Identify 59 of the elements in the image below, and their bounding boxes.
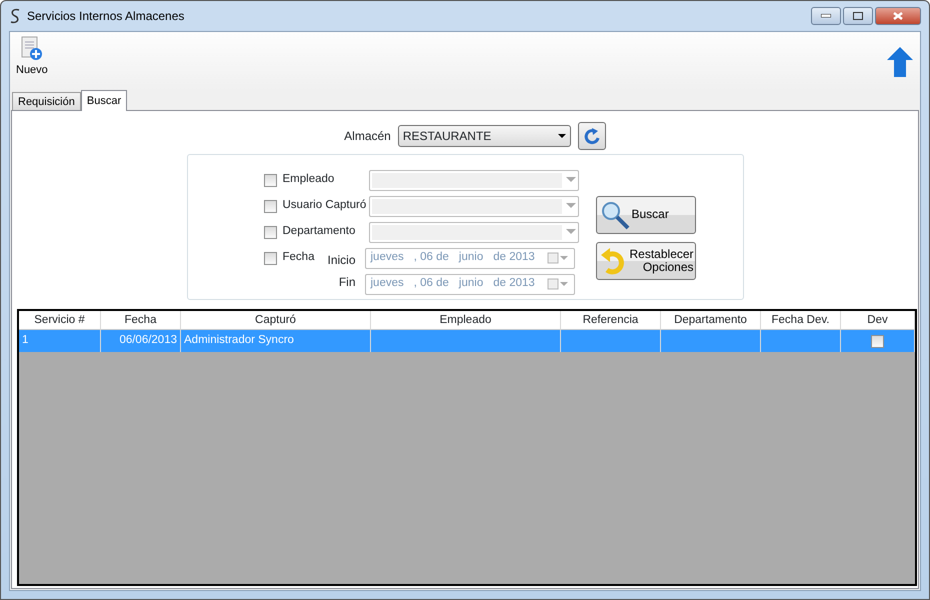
- search-button[interactable]: Buscar: [596, 196, 696, 234]
- refresh-button[interactable]: [578, 122, 606, 150]
- dropdown[interactable]: [368, 222, 578, 242]
- maximize-button[interactable]: [843, 7, 873, 25]
- filter-label: Usuario Capturó: [282, 198, 368, 214]
- maximize-icon: [853, 12, 863, 20]
- date-text: , 06 de: [414, 250, 449, 266]
- document-plus-icon: [20, 36, 44, 62]
- dropdown[interactable]: [368, 170, 578, 190]
- column-header[interactable]: Departamento: [661, 311, 761, 330]
- tab[interactable]: Requisición: [12, 92, 81, 110]
- caret-icon: [566, 229, 576, 235]
- filter-label: Departamento: [282, 224, 356, 240]
- date-text: de 2013: [493, 276, 535, 292]
- checkbox[interactable]: [264, 252, 276, 264]
- column-header[interactable]: Fecha Dev.: [761, 311, 841, 330]
- checkbox[interactable]: [264, 200, 276, 212]
- table-cell: Administrador Syncro: [181, 330, 371, 352]
- filter-label: Empleado: [282, 172, 336, 188]
- filter-label: Fecha: [282, 250, 316, 266]
- column-header[interactable]: Fecha: [101, 311, 181, 330]
- caret-icon: [566, 177, 576, 183]
- minimize-icon: [821, 14, 831, 18]
- column-header[interactable]: Servicio #: [19, 311, 101, 330]
- dropdown[interactable]: [368, 196, 578, 216]
- app-icon: [9, 8, 21, 24]
- date-text: de 2013: [493, 250, 535, 266]
- up-arrow-icon[interactable]: [886, 46, 914, 78]
- caret-icon: [558, 134, 566, 138]
- new-button[interactable]: Nuevo: [16, 36, 48, 78]
- dropdown-value: RESTAURANTE: [402, 128, 492, 145]
- date-text: jueves: [370, 250, 404, 266]
- checkbox[interactable]: [871, 334, 884, 348]
- column-header[interactable]: Empleado: [371, 311, 561, 330]
- window-title: Servicios Internos Almacenes: [27, 8, 184, 25]
- close-button[interactable]: [875, 7, 921, 25]
- caret-icon: [566, 203, 576, 209]
- date-text: , 06 de: [414, 276, 449, 292]
- tab[interactable]: Buscar: [80, 90, 128, 111]
- table-cell: 06/06/2013: [101, 330, 181, 352]
- checkbox[interactable]: [264, 174, 276, 186]
- column-header[interactable]: Referencia: [561, 311, 661, 330]
- calendar-icon: [546, 278, 568, 290]
- column-header[interactable]: Capturó: [181, 311, 371, 330]
- warehouse-dropdown[interactable]: RESTAURANTE: [398, 125, 571, 147]
- checkbox[interactable]: [264, 226, 276, 238]
- column-header[interactable]: Dev: [841, 311, 915, 330]
- date-text: junio: [458, 250, 484, 266]
- close-icon: [893, 12, 903, 20]
- table-cell: 1: [19, 330, 101, 352]
- calendar-icon: [546, 252, 568, 264]
- start-label: Inicio: [326, 252, 356, 269]
- date-text: jueves: [370, 276, 404, 292]
- date-text: junio: [458, 276, 484, 292]
- reset-button[interactable]: Restablecer Opciones: [596, 242, 696, 280]
- minimize-button[interactable]: [811, 7, 841, 25]
- refresh-icon: [582, 126, 601, 146]
- warehouse-label: Almacén: [344, 128, 391, 145]
- end-label: Fin: [338, 274, 356, 291]
